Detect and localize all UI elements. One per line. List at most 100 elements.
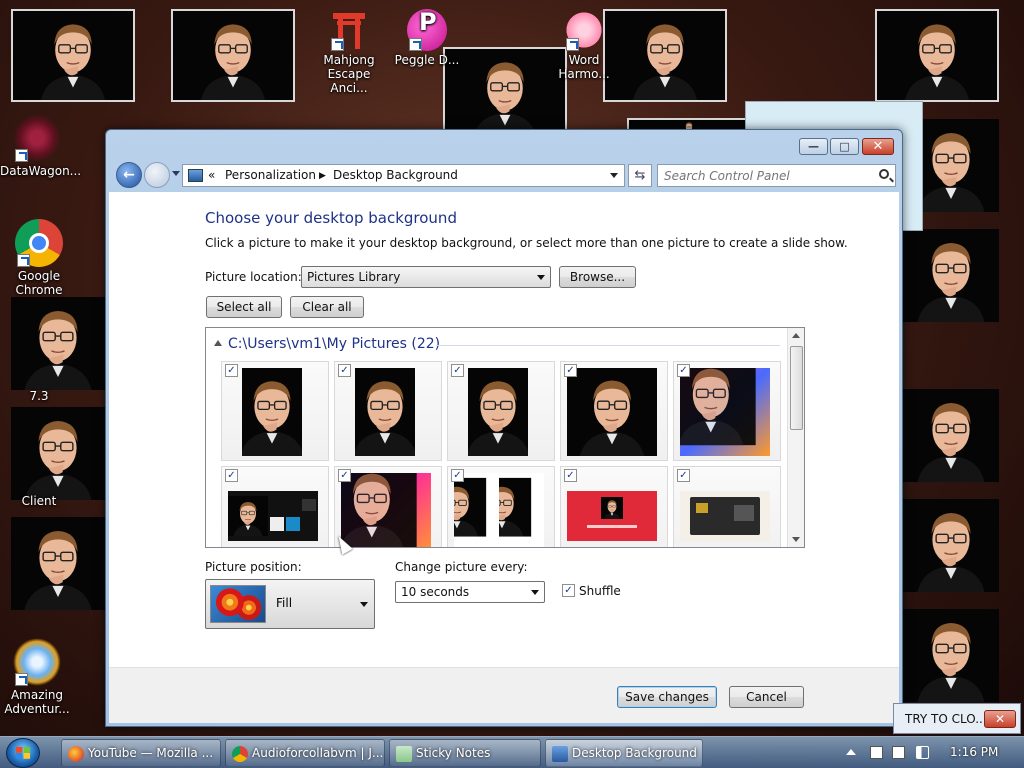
recent-pages-dropdown[interactable] — [172, 171, 180, 176]
picture-tile[interactable]: ✓ — [673, 361, 781, 461]
show-hidden-icons-icon[interactable] — [846, 749, 856, 755]
start-button[interactable] — [6, 738, 40, 768]
picture-thumbnail — [468, 368, 528, 456]
desktop-icon-label: Word Harmo... — [558, 53, 610, 81]
desktop-icon-client[interactable]: Client — [2, 494, 76, 508]
scrollbar-thumb[interactable] — [790, 346, 803, 430]
desktop-icon-label: Mahjong Escape Anci... — [323, 53, 375, 95]
mahjong-gate-icon — [329, 9, 369, 51]
taskbar-button-sticky-notes[interactable]: Sticky Notes — [389, 739, 541, 767]
desktop-icon-datawagon[interactable]: DataWagon... — [0, 114, 81, 178]
picture-tile[interactable]: ✓ — [221, 466, 329, 547]
picture-checkbox[interactable]: ✓ — [451, 469, 464, 482]
picture-checkbox[interactable]: ✓ — [564, 364, 577, 377]
picture-checkbox[interactable]: ✓ — [451, 364, 464, 377]
picture-tile[interactable]: ✓ — [447, 361, 555, 461]
picture-thumbnail — [680, 491, 770, 541]
desktop-portrait-image — [171, 9, 295, 102]
picture-checkbox[interactable]: ✓ — [225, 364, 238, 377]
desktop-portrait-image — [11, 9, 135, 102]
search-icon[interactable] — [879, 169, 889, 179]
taskbar-button-label: Desktop Background — [572, 746, 697, 760]
scroll-down-icon[interactable] — [792, 537, 800, 542]
clock[interactable]: 1:16 PM — [950, 745, 998, 759]
picture-thumbnail — [680, 368, 770, 456]
taskbar: YouTube — Mozilla ... Audioforcollabvm |… — [0, 736, 1024, 768]
desktop-portrait-image — [903, 609, 999, 702]
picture-thumbnail — [355, 368, 415, 456]
forward-button[interactable] — [144, 162, 170, 188]
minimize-button[interactable]: — — [799, 138, 828, 155]
maximize-icon: □ — [839, 140, 850, 153]
desktop-background-window: — □ ✕ ← « Personalization ▶ Desktop Back… — [105, 129, 903, 727]
scroll-up-icon[interactable] — [792, 333, 800, 338]
picture-gallery: C:\Users\vm1\My Pictures (22) ✓ ✓ ✓ ✓ ✓ … — [205, 327, 805, 548]
picture-checkbox[interactable]: ✓ — [677, 469, 690, 482]
chevron-down-icon — [537, 275, 545, 280]
desktop-icon-google-chrome[interactable]: Google Chrome — [2, 219, 76, 297]
gallery-group-header[interactable]: C:\Users\vm1\My Pictures (22) — [214, 336, 440, 352]
action-center-icon[interactable] — [892, 746, 905, 759]
picture-tile[interactable]: ✓ — [673, 466, 781, 547]
back-button[interactable]: ← — [116, 162, 142, 188]
desktop-icon-label: Google Chrome — [15, 269, 63, 297]
shortcut-arrow-icon — [409, 38, 422, 51]
desktop-portrait-image — [11, 517, 105, 610]
search-input[interactable] — [664, 166, 874, 186]
sticky-notes-icon — [396, 746, 412, 762]
maximize-button[interactable]: □ — [830, 138, 859, 155]
gallery-scrollbar[interactable] — [787, 328, 804, 547]
windows-logo-icon — [16, 747, 30, 759]
search-box[interactable] — [657, 164, 896, 187]
position-preview-image — [210, 585, 266, 623]
picture-thumbnail — [242, 368, 302, 456]
desktop-icon-7-3[interactable]: 7.3 — [2, 389, 76, 403]
cancel-button[interactable]: Cancel — [729, 686, 804, 708]
save-changes-button[interactable]: Save changes — [617, 686, 717, 708]
breadcrumb-desktop-background[interactable]: Desktop Background — [333, 168, 458, 182]
picture-location-select[interactable]: Pictures Library — [301, 266, 551, 288]
firefox-icon — [68, 746, 84, 762]
picture-tile[interactable]: ✓ — [447, 466, 555, 547]
taskbar-button-firefox[interactable]: YouTube — Mozilla ... — [61, 739, 221, 767]
refresh-button[interactable]: ⇆ — [628, 164, 652, 187]
taskbar-button-chrome[interactable]: Audioforcollabvm | J... — [225, 739, 385, 767]
shuffle-checkbox[interactable]: ✓ — [562, 584, 575, 597]
page-title: Choose your desktop background — [205, 209, 457, 227]
picture-tile[interactable]: ✓ — [334, 466, 442, 547]
desktop-portrait-image — [903, 389, 999, 482]
chrome-icon — [232, 746, 248, 762]
picture-tile[interactable]: ✓ — [334, 361, 442, 461]
gallery-group-label: C:\Users\vm1\My Pictures (22) — [228, 336, 441, 352]
address-bar[interactable]: « Personalization ▶ Desktop Background — [182, 164, 625, 187]
volume-icon[interactable] — [916, 746, 929, 759]
clear-all-button[interactable]: Clear all — [290, 296, 364, 318]
picture-checkbox[interactable]: ✓ — [225, 469, 238, 482]
taskbar-button-desktop-background[interactable]: Desktop Background — [545, 739, 703, 767]
picture-tile[interactable]: ✓ — [221, 361, 329, 461]
close-button[interactable]: ✕ — [862, 138, 894, 155]
select-all-button[interactable]: Select all — [206, 296, 282, 318]
browse-button[interactable]: Browse... — [559, 266, 636, 288]
notification-popup[interactable]: TRY TO CLO... ✕ — [893, 703, 1021, 734]
breadcrumb-overflow[interactable]: « — [208, 168, 215, 182]
picture-thumbnail — [567, 491, 657, 541]
picture-tile[interactable]: ✓ — [560, 466, 668, 547]
picture-checkbox[interactable]: ✓ — [564, 469, 577, 482]
picture-checkbox[interactable]: ✓ — [338, 364, 351, 377]
breadcrumb-personalization[interactable]: Personalization — [225, 168, 316, 182]
desktop-icon-word-harmony[interactable]: Word Harmo... — [556, 9, 612, 81]
desktop-icon-amazing-adventures[interactable]: Amazing Adventur... — [0, 638, 74, 716]
desktop-icon-mahjong[interactable]: Mahjong Escape Anci... — [312, 9, 386, 95]
desktop-icon-peggle[interactable]: P Peggle D... — [392, 9, 462, 67]
network-icon[interactable] — [870, 746, 883, 759]
notification-close-button[interactable]: ✕ — [984, 710, 1016, 728]
address-dropdown-icon[interactable] — [610, 173, 618, 178]
change-picture-interval-select[interactable]: 10 seconds — [395, 581, 545, 603]
picture-position-select[interactable]: Fill — [205, 579, 375, 629]
picture-checkbox[interactable]: ✓ — [338, 469, 351, 482]
picture-tile[interactable]: ✓ — [560, 361, 668, 461]
picture-checkbox[interactable]: ✓ — [677, 364, 690, 377]
desktop-portrait-image — [903, 499, 999, 592]
shortcut-arrow-icon — [331, 38, 344, 51]
